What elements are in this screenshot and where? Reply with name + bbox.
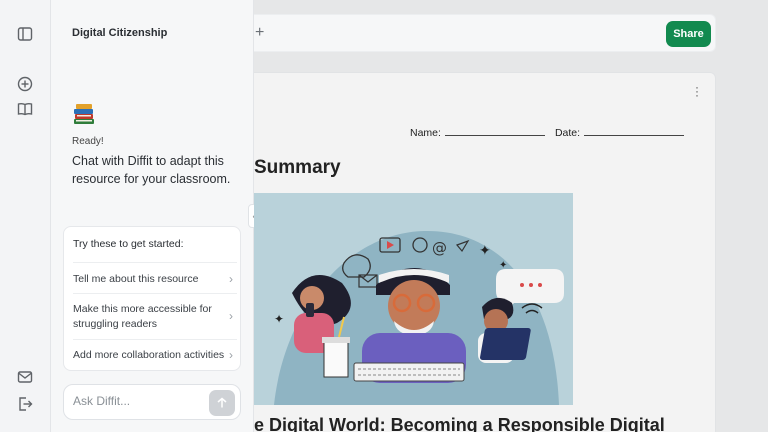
send-button[interactable]: [209, 390, 235, 416]
suggestion-label: Make this more accessible for struggling…: [73, 303, 212, 330]
suggestions-card: Try these to get started: Tell me about …: [63, 226, 241, 371]
book-icon[interactable]: [16, 100, 34, 118]
new-chat-plus-icon[interactable]: [16, 75, 34, 93]
hero-illustration: @ ✦ ✦ ✦: [254, 193, 573, 405]
books-emoji-icon: [74, 104, 94, 124]
suggestion-item[interactable]: Add more collaboration activities ›: [73, 339, 237, 369]
top-bar: + Share: [254, 14, 716, 52]
chevron-right-icon: ›: [229, 348, 233, 362]
more-options-icon[interactable]: · · ·: [695, 81, 699, 101]
date-underline: [584, 127, 685, 136]
suggestions-heading: Try these to get started:: [73, 238, 184, 250]
sidebar-toggle-icon[interactable]: [16, 25, 34, 43]
document-page: · · · Name: Date: Summary @ ✦ ✦ ✦ e Digi…: [254, 72, 716, 432]
svg-text:@: @: [432, 239, 447, 257]
add-tab-plus-icon[interactable]: +: [255, 24, 264, 42]
logout-icon[interactable]: [16, 395, 34, 413]
chat-panel: Digital Citizenship Ready! Chat with Dif…: [51, 0, 254, 432]
svg-text:✦: ✦: [274, 312, 284, 326]
mail-icon[interactable]: [16, 368, 34, 386]
chevron-right-icon: ›: [229, 309, 233, 323]
arrow-up-icon: [217, 397, 227, 408]
ask-box: [63, 384, 241, 420]
status-text: Ready!: [72, 136, 104, 147]
name-date-line: Name: Date:: [410, 127, 685, 139]
document-heading: Summary: [254, 157, 341, 178]
intro-text: Chat with Diffit to adapt this resource …: [72, 154, 231, 186]
suggestion-label: Tell me about this resource: [73, 273, 199, 285]
panel-title: Digital Citizenship: [72, 27, 168, 39]
icon-rail: [0, 0, 51, 432]
name-label: Name:: [410, 127, 441, 139]
share-button[interactable]: Share: [666, 21, 711, 47]
suggestion-label: Add more collaboration activities: [73, 349, 225, 361]
chevron-right-icon: ›: [229, 272, 233, 286]
suggestion-item[interactable]: Make this more accessible for struggling…: [73, 293, 237, 339]
suggestion-item[interactable]: Tell me about this resource ›: [73, 262, 237, 294]
svg-text:✦: ✦: [479, 243, 491, 259]
ask-input[interactable]: [73, 394, 203, 408]
document-subheading: e Digital World: Becoming a Responsible …: [254, 415, 665, 432]
name-underline: [444, 127, 545, 136]
date-label: Date:: [554, 127, 581, 139]
